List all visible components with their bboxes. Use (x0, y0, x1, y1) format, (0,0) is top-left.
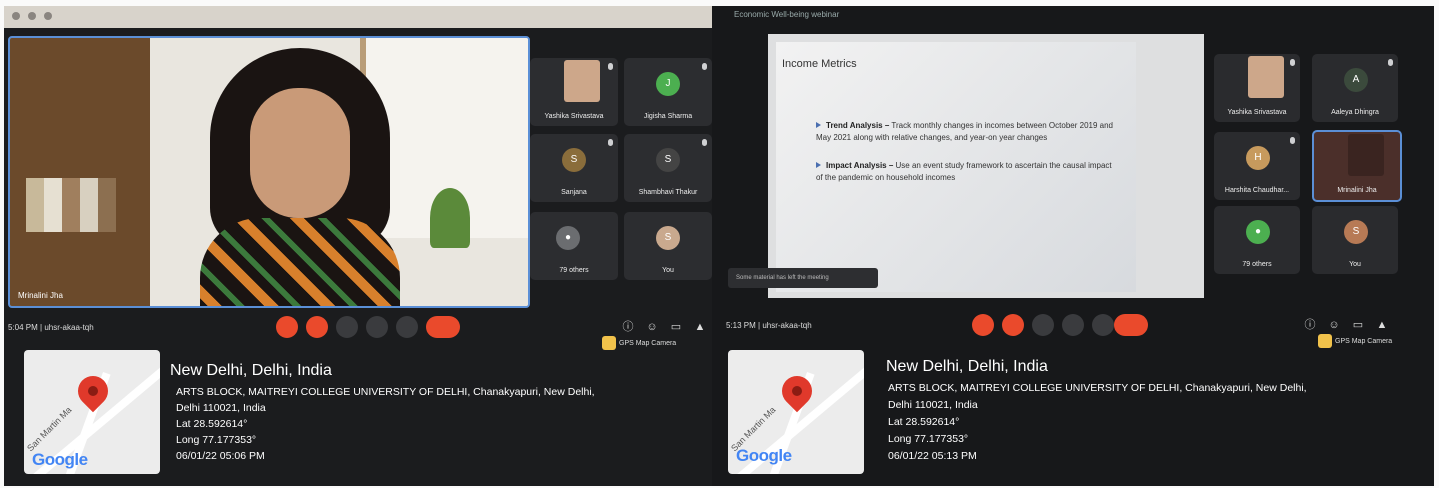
bookshelf (10, 38, 150, 306)
participant-photo (564, 60, 600, 102)
participant-tile[interactable]: S Sanjana (530, 134, 618, 202)
avatar: J (656, 72, 680, 96)
people-icon[interactable]: ☺ (1328, 319, 1340, 331)
participant-tile[interactable]: Yashika Srivastava (530, 58, 618, 126)
mic-off-button[interactable] (972, 314, 994, 336)
more-options-button[interactable] (1092, 314, 1114, 336)
geotag-address-line2: Delhi 110021, India (888, 399, 978, 411)
main-speaker-video: Mrinalini Jha (8, 36, 530, 308)
google-logo: Google (32, 450, 88, 469)
avatar: S (656, 226, 680, 250)
mic-muted-icon (1290, 59, 1295, 66)
presentation-slide: Income Metrics Trend Analysis – Track mo… (768, 34, 1204, 298)
books (26, 178, 116, 232)
left-screenshot: Mrinalini Jha Yashika Srivastava J Jigis… (4, 6, 712, 486)
gps-camera-icon (1318, 334, 1332, 348)
slide-bullet: Impact Analysis – Use an event study fra… (816, 161, 1112, 182)
plant (430, 188, 470, 248)
participant-tile[interactable]: J Jigisha Sharma (624, 58, 712, 126)
participant-tile[interactable]: H Harshita Chaudhar... (1214, 132, 1300, 200)
google-logo: Google (736, 446, 792, 465)
mic-off-button[interactable] (276, 316, 298, 338)
participant-tile[interactable]: Yashika Srivastava (1214, 54, 1300, 122)
camera-off-button[interactable] (306, 316, 328, 338)
mic-muted-icon (702, 63, 707, 70)
window-title: Economic Well-being webinar (734, 10, 840, 19)
participant-tile[interactable]: S Shambhavi Thakur (624, 134, 712, 202)
mic-muted-icon (702, 139, 707, 146)
bullet-arrow-icon (816, 122, 821, 128)
others-tile[interactable]: ● 79 others (530, 212, 618, 280)
chat-icon[interactable]: ▭ (670, 321, 682, 333)
captions-button[interactable] (336, 316, 358, 338)
avatar: H (1246, 146, 1270, 170)
gps-camera-icon (602, 336, 616, 350)
group-icon: ● (556, 226, 580, 250)
avatar: S (562, 148, 586, 172)
more-options-button[interactable] (396, 316, 418, 338)
geotag-city: New Delhi, Delhi, India (170, 362, 332, 379)
clock: 5:04 PM | uhsr-akaa-tqh (8, 323, 94, 332)
bullet-arrow-icon (816, 162, 821, 168)
mic-muted-icon (608, 139, 613, 146)
geotag-lat: Lat 28.592614° (888, 416, 960, 428)
participant-tile[interactable]: A Aaleya Dhingra (1312, 54, 1398, 122)
geotag-datetime: 06/01/22 05:13 PM (888, 450, 977, 462)
gps-camera-badge: GPS Map Camera (602, 336, 676, 350)
geotag-address-line1: ARTS BLOCK, MAITREYI COLLEGE UNIVERSITY … (176, 386, 595, 398)
mic-muted-icon (608, 63, 613, 70)
geotag-city: New Delhi, Delhi, India (886, 358, 1048, 375)
location-map: San Martin Ma Google (24, 350, 160, 474)
geotag-address-line1: ARTS BLOCK, MAITREYI COLLEGE UNIVERSITY … (888, 382, 1307, 394)
others-tile[interactable]: ● 79 others (1214, 206, 1300, 274)
mic-muted-icon (1290, 137, 1295, 144)
slide-bullet: Trend Analysis – Track monthly changes i… (816, 121, 1113, 142)
avatar: A (1344, 68, 1368, 92)
back-icon[interactable] (12, 12, 20, 20)
geotag-lat: Lat 28.592614° (176, 418, 248, 430)
slide-title: Income Metrics (782, 58, 857, 70)
group-icon: ● (1246, 220, 1270, 244)
info-icon[interactable]: ⓘ (622, 321, 634, 333)
self-tile[interactable]: S You (624, 212, 712, 280)
reload-icon[interactable] (44, 12, 52, 20)
self-tile[interactable]: S You (1312, 206, 1398, 274)
location-map: San Martin Ma Google (728, 350, 864, 474)
geotag-address-line2: Delhi 110021, India (176, 402, 266, 414)
participant-photo (1248, 56, 1284, 98)
end-call-button[interactable] (426, 316, 460, 338)
camera-off-button[interactable] (1002, 314, 1024, 336)
clock: 5:13 PM | uhsr-akaa-tqh (726, 321, 812, 330)
active-speaker-tile[interactable]: Mrinalini Jha (1312, 130, 1402, 202)
geotag-datetime: 06/01/22 05:06 PM (176, 450, 265, 462)
chat-icon[interactable]: ▭ (1352, 319, 1364, 331)
mic-muted-icon (1388, 59, 1393, 66)
right-screenshot: Economic Well-being webinar Income Metri… (712, 6, 1434, 486)
captions-button[interactable] (1032, 314, 1054, 336)
end-call-button[interactable] (1114, 314, 1148, 336)
speaker-name: Mrinalini Jha (18, 291, 63, 300)
avatar: S (1344, 220, 1368, 244)
browser-address-bar[interactable] (4, 6, 712, 28)
forward-icon[interactable] (28, 12, 36, 20)
geotag-long: Long 77.177353° (888, 433, 969, 445)
activities-icon[interactable]: ▲ (1376, 319, 1388, 331)
info-icon[interactable]: ⓘ (1304, 319, 1316, 331)
people-icon[interactable]: ☺ (646, 321, 658, 333)
present-button[interactable] (1062, 314, 1084, 336)
geotag-long: Long 77.177353° (176, 434, 257, 446)
avatar: S (656, 148, 680, 172)
notification-toast: Some material has left the meeting (728, 268, 878, 288)
present-button[interactable] (366, 316, 388, 338)
activities-icon[interactable]: ▲ (694, 321, 706, 333)
gps-camera-badge: GPS Map Camera (1318, 334, 1392, 348)
speaker-figure (200, 48, 400, 306)
participant-photo (1348, 134, 1384, 176)
